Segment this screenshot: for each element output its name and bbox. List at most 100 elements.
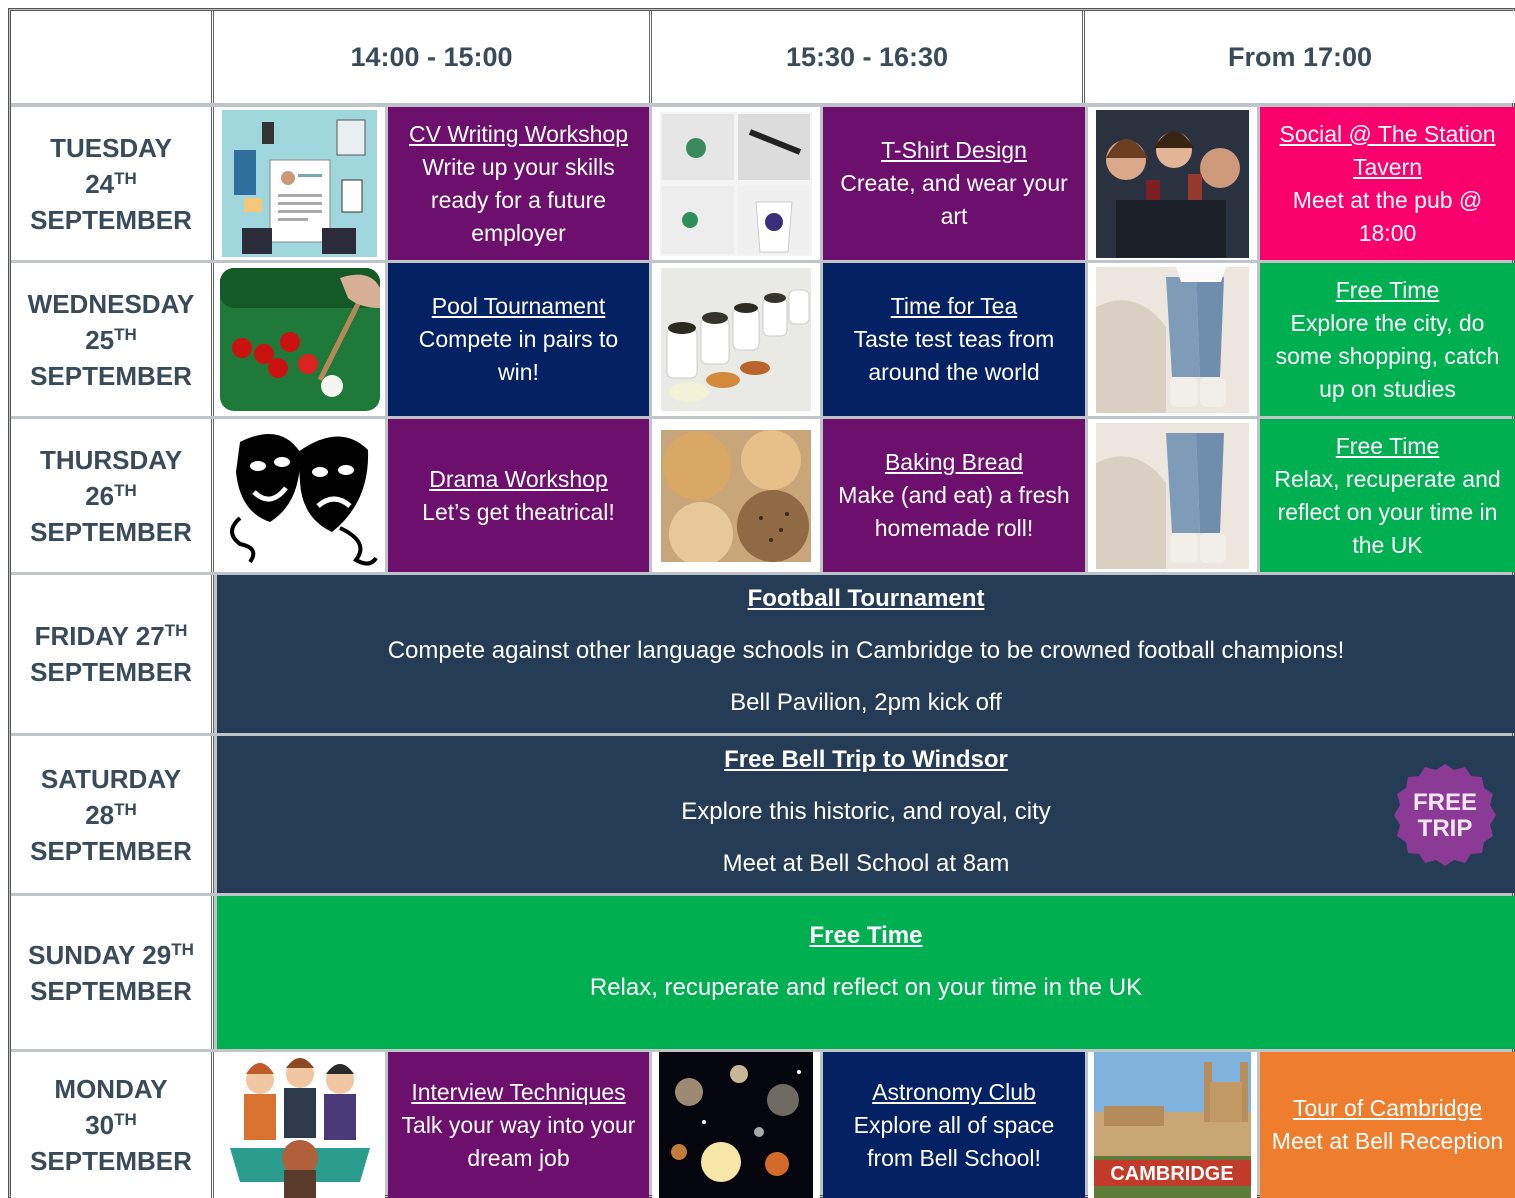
windsor-line-1: Explore this historic, and royal, city — [681, 798, 1051, 825]
free-trip-badge-icon: FREE TRIP — [1394, 764, 1496, 866]
day-month: SEPTEMBER — [30, 835, 192, 866]
cv-writing-desc: Write up your skills ready for a future … — [422, 153, 615, 246]
day-name: TUESDAY — [50, 132, 172, 163]
tea-image — [652, 263, 820, 416]
sunday-title[interactable]: Free Time — [217, 922, 1515, 950]
tea-link[interactable]: Time for Tea — [891, 290, 1018, 323]
astronomy-desc: Explore all of space from Bell School! — [853, 1111, 1055, 1171]
football-line-2: Bell Pavilion, 2pm kick off — [730, 689, 1002, 716]
badge-top-text: FREE — [1413, 789, 1477, 816]
activity-cv-writing: CV Writing Workshop Write up your skills… — [388, 107, 649, 260]
day-month: SEPTEMBER — [30, 657, 192, 687]
day-suffix: TH — [114, 168, 137, 188]
tour-desc: Meet at Bell Reception — [1271, 1128, 1504, 1154]
cv-writing-image — [214, 107, 385, 260]
interview-desc: Talk your way into your dream job — [401, 1111, 636, 1171]
day-number: 24 — [85, 168, 115, 199]
sunday-free-time-block: Free Time Relax, recuperate and reflect … — [217, 896, 1515, 1049]
day-friday: FRIDAY 27TH SEPTEMBER — [11, 575, 214, 733]
header-slot-3: From 17:00 — [1085, 11, 1515, 103]
bread-image — [652, 419, 820, 572]
day-name: THURSDAY — [39, 444, 183, 475]
tour-link[interactable]: Tour of Cambridge — [1293, 1092, 1482, 1125]
free-time-thu-link[interactable]: Free Time — [1336, 430, 1440, 463]
day-suffix: TH — [171, 939, 194, 959]
relax-image — [1088, 263, 1257, 416]
football-line-1: Compete against other language schools i… — [387, 637, 1345, 664]
day-saturday: SATURDAY 28TH SEPTEMBER — [11, 736, 214, 893]
day-number: 26 — [85, 480, 115, 511]
activity-pool: Pool Tournament Compete in pairs to win! — [388, 263, 649, 416]
day-suffix: TH — [164, 621, 188, 640]
day-suffix: TH — [114, 324, 137, 344]
tshirt-design-image — [652, 107, 820, 260]
activity-astronomy: Astronomy Club Explore all of space from… — [823, 1052, 1085, 1198]
astronomy-image — [652, 1052, 820, 1198]
day-suffix: TH — [114, 480, 137, 500]
day-month: SEPTEMBER — [30, 204, 192, 235]
timetable: 14:00 - 15:00 15:30 - 16:30 From 17:00 T… — [8, 8, 1515, 1198]
day-name: SUNDAY 29 — [28, 939, 172, 970]
activity-tea: Time for Tea Taste test teas from around… — [823, 263, 1085, 416]
bread-desc: Make (and eat) a fresh homemade roll! — [838, 482, 1070, 541]
relax-image-2 — [1088, 419, 1257, 572]
activity-interview: Interview Techniques Talk your way into … — [388, 1052, 649, 1198]
day-monday: MONDAY 30TH SEPTEMBER — [11, 1052, 214, 1198]
cv-writing-link[interactable]: CV Writing Workshop — [409, 118, 628, 151]
day-month: SEPTEMBER — [30, 1146, 192, 1176]
free-time-wed-desc: Explore the city, do some shopping, catc… — [1275, 309, 1500, 402]
windsor-line-2: Meet at Bell School at 8am — [722, 850, 1010, 877]
day-wednesday: WEDNESDAY 25TH SEPTEMBER — [11, 263, 214, 416]
interview-link[interactable]: Interview Techniques — [411, 1076, 625, 1109]
header-slot-2: 15:30 - 16:30 — [652, 11, 1085, 103]
activity-drama: Drama Workshop Let’s get theatrical! — [388, 419, 649, 572]
day-month: SEPTEMBER — [30, 360, 192, 391]
day-sunday: SUNDAY 29TH SEPTEMBER — [11, 896, 214, 1049]
football-title[interactable]: Football Tournament — [217, 585, 1515, 613]
social-desc: Meet at the pub @ 18:00 — [1292, 186, 1483, 246]
social-link[interactable]: Social @ The Station Tavern — [1268, 118, 1507, 184]
day-name: MONDAY — [54, 1074, 168, 1104]
drama-link[interactable]: Drama Workshop — [429, 463, 608, 496]
pool-link[interactable]: Pool Tournament — [432, 290, 605, 323]
activity-free-thu: Free Time Relax, recuperate and reflect … — [1260, 419, 1515, 572]
sunday-line-1: Relax, recuperate and reflect on your ti… — [589, 974, 1143, 1001]
header-slot-1: 14:00 - 15:00 — [214, 11, 652, 103]
day-name: FRIDAY 27 — [34, 621, 165, 651]
astronomy-link[interactable]: Astronomy Club — [872, 1076, 1036, 1109]
day-number: 28 — [85, 799, 115, 830]
drama-desc: Let’s get theatrical! — [422, 498, 615, 525]
day-number: 25 — [85, 324, 115, 355]
activity-tour: Tour of Cambridge Meet at Bell Reception — [1260, 1052, 1515, 1198]
day-month: SEPTEMBER — [30, 975, 192, 1006]
drama-masks-image — [214, 419, 385, 572]
activity-tshirt-design: T-Shirt Design Create, and wear your art — [823, 107, 1085, 260]
tshirt-design-link[interactable]: T-Shirt Design — [881, 134, 1027, 167]
pool-desc: Compete in pairs to win! — [418, 326, 619, 385]
day-name: SATURDAY — [40, 763, 182, 794]
windsor-title[interactable]: Free Bell Trip to Windsor — [217, 746, 1515, 774]
day-month: SEPTEMBER — [30, 516, 192, 547]
day-number: 30 — [85, 1110, 115, 1140]
badge-bottom-text: TRIP — [1418, 815, 1473, 842]
social-pub-image — [1088, 107, 1257, 260]
free-time-thu-desc: Relax, recuperate and reflect on your ti… — [1274, 465, 1501, 558]
pool-image — [214, 263, 385, 416]
football-tournament-block: Football Tournament Compete against othe… — [217, 575, 1515, 733]
tea-desc: Taste test teas from around the world — [853, 326, 1055, 385]
bread-link[interactable]: Baking Bread — [885, 446, 1023, 479]
activity-bread: Baking Bread Make (and eat) a fresh home… — [823, 419, 1085, 572]
tshirt-design-desc: Create, and wear your art — [840, 170, 1068, 229]
day-suffix: TH — [114, 1110, 137, 1129]
activity-free-wed: Free Time Explore the city, do some shop… — [1260, 263, 1515, 416]
day-suffix: TH — [114, 799, 137, 819]
day-name: WEDNESDAY — [27, 288, 195, 319]
windsor-trip-block: Free Bell Trip to Windsor Explore this h… — [217, 736, 1515, 893]
corner-cell — [11, 11, 214, 103]
interview-image — [214, 1052, 385, 1198]
free-time-wed-link[interactable]: Free Time — [1336, 274, 1440, 307]
cambridge-caption: CAMBRIDGE — [1110, 1163, 1233, 1185]
cambridge-image: CAMBRIDGE — [1088, 1052, 1257, 1198]
day-thursday: THURSDAY 26TH SEPTEMBER — [11, 419, 214, 572]
day-tuesday: TUESDAY 24TH SEPTEMBER — [11, 107, 214, 260]
